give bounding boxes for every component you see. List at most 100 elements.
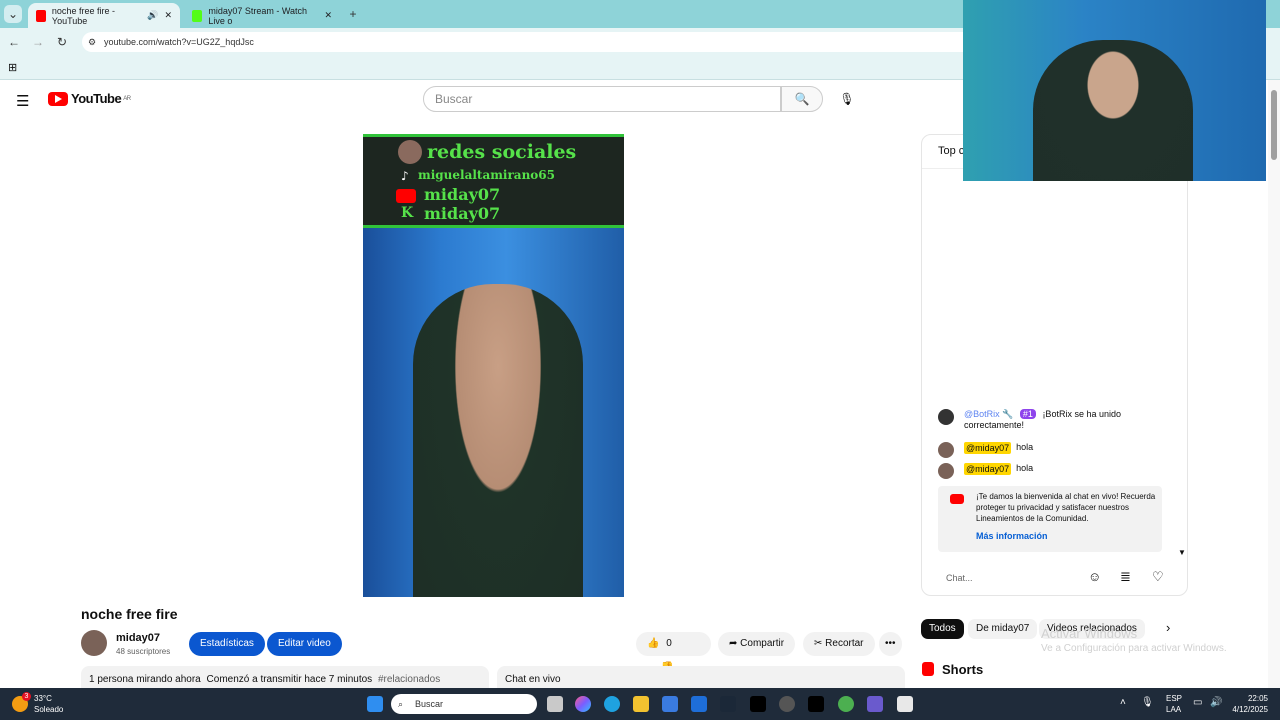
tiktok-icon[interactable] xyxy=(750,696,766,712)
volume-icon[interactable]: 🔊 xyxy=(1210,697,1222,708)
apps-grid-icon[interactable]: ⊞ xyxy=(8,61,17,74)
chip-from-channel[interactable]: De miday07 xyxy=(968,619,1038,639)
heart-icon[interactable]: ♡ xyxy=(1152,569,1164,585)
store-icon[interactable] xyxy=(662,696,678,712)
botrix-avatar xyxy=(938,409,954,425)
tab-title: miday07 Stream - Watch Live o xyxy=(208,5,308,26)
tray-chevron-icon[interactable]: ˄ xyxy=(1120,697,1126,708)
copilot-icon[interactable] xyxy=(575,696,591,712)
stats-button[interactable]: Estadísticas xyxy=(189,632,265,656)
like-dislike-group: 👍 0 👎 xyxy=(636,632,711,673)
description-box[interactable]: 1 persona mirando ahora Comenzó a transm… xyxy=(81,666,489,688)
steam-icon[interactable] xyxy=(720,696,736,712)
more-info-link[interactable]: Más información xyxy=(976,531,1048,542)
search-input[interactable]: Buscar xyxy=(423,86,781,112)
share-button[interactable]: ➦ Compartir xyxy=(718,632,796,656)
chat-author[interactable]: @miday07 xyxy=(964,442,1012,454)
outlook-icon[interactable] xyxy=(691,696,707,712)
page-scrollbar[interactable] xyxy=(1268,80,1280,688)
taskbar-search[interactable]: ⌕ Buscar xyxy=(391,694,537,714)
chat-message: @miday07 hola xyxy=(938,463,1158,479)
weather-desc: Soleado xyxy=(34,705,64,714)
clip-button[interactable]: ✂ Recortar xyxy=(803,632,875,656)
chrome-icon[interactable] xyxy=(838,696,854,712)
logo-text: YouTube xyxy=(71,91,122,106)
lang-secondary[interactable]: LAA xyxy=(1166,705,1181,714)
video-title: noche free fire xyxy=(81,606,178,622)
voice-search-button[interactable]: 🎙 xyxy=(833,86,861,112)
search-button[interactable]: 🔍 xyxy=(781,86,823,112)
scissors-icon: ✂ xyxy=(814,638,823,649)
site-info-icon[interactable]: ⚙ xyxy=(88,32,96,52)
app-icon[interactable] xyxy=(897,696,913,712)
social-banner: redes sociales ♪ miguelaltamirano65 mida… xyxy=(363,134,624,228)
tab-search-icon[interactable]: ⌄ xyxy=(4,5,22,23)
forward-icon[interactable]: → xyxy=(29,33,47,51)
youtube-notice-icon xyxy=(950,494,964,504)
region-code: AR xyxy=(123,95,131,102)
poll-icon[interactable]: ≣ xyxy=(1120,569,1131,585)
new-tab-button[interactable]: + xyxy=(344,5,362,23)
notice-text: ¡Te damos la bienvenida al chat en vivo!… xyxy=(976,492,1156,523)
subscriber-count: 48 suscriptores xyxy=(116,647,171,656)
chat-message: @miday07 hola xyxy=(938,442,1158,458)
tab-youtube[interactable]: noche free fire - YouTube 🔊 ✕ xyxy=(28,3,180,28)
tiktok-live-icon[interactable] xyxy=(808,696,824,712)
search-icon: 🔍 xyxy=(794,92,810,106)
chat-input[interactable]: Chat... xyxy=(938,569,1078,587)
edit-video-button[interactable]: Editar video xyxy=(267,632,342,656)
scroll-down-icon[interactable]: ▼ xyxy=(1178,548,1186,557)
webcam-overlay xyxy=(963,0,1266,181)
weather-badge: 3 xyxy=(22,692,31,701)
task-view-icon[interactable] xyxy=(547,696,563,712)
chat-text: ¡BotRix se ha unido xyxy=(1042,409,1121,419)
file-explorer-icon[interactable] xyxy=(633,696,649,712)
wrench-icon: 🔧 xyxy=(1002,409,1014,419)
tab-close-icon[interactable]: ✕ xyxy=(324,10,332,21)
banner-title: redes sociales xyxy=(427,141,577,163)
video-player[interactable]: redes sociales ♪ miguelaltamirano65 mida… xyxy=(363,134,624,597)
windows-start-icon[interactable] xyxy=(367,696,383,712)
channel-avatar[interactable] xyxy=(81,630,107,656)
rank-badge: #1 xyxy=(1019,409,1036,419)
channel-name[interactable]: miday07 xyxy=(116,632,160,644)
emoji-icon[interactable]: ☺ xyxy=(1088,569,1101,584)
lang-primary[interactable]: ESP xyxy=(1166,694,1182,703)
edge-icon[interactable] xyxy=(604,696,620,712)
address-bar[interactable]: ⚙ youtube.com/watch?v=UG2Z_hqdJsc xyxy=(82,32,982,52)
reload-icon[interactable]: ↻ xyxy=(53,33,71,51)
youtube-logo[interactable]: YouTube AR xyxy=(48,91,131,106)
clock-date[interactable]: 4/12/2025 xyxy=(1224,705,1268,714)
chip-todos[interactable]: Todos xyxy=(921,619,964,639)
hamburger-menu-icon[interactable]: ☰ xyxy=(16,92,29,110)
chat-author[interactable]: @miday07 xyxy=(964,463,1012,475)
search-icon: ⌕ xyxy=(398,699,404,709)
mic-tray-icon[interactable]: 🎙 xyxy=(1141,697,1154,708)
tab-close-icon[interactable]: ✕ xyxy=(164,10,172,21)
youtube-favicon-icon xyxy=(36,9,46,22)
chat-replay-bar[interactable]: Chat en vivo xyxy=(497,666,905,688)
obs-icon[interactable] xyxy=(779,696,795,712)
chat-author[interactable]: @BotRix xyxy=(964,409,1000,419)
webcam-person xyxy=(1033,40,1193,181)
chevron-right-icon[interactable]: › xyxy=(1166,620,1170,635)
share-label: Compartir xyxy=(740,638,785,649)
back-icon[interactable]: ← xyxy=(5,33,23,51)
speaker-icon[interactable]: 🔊 xyxy=(147,10,158,21)
hashtag[interactable]: #relacionados xyxy=(378,674,440,685)
chat-message: @BotRix 🔧 #1 ¡BotRix se ha unido correct… xyxy=(938,409,1158,430)
chat-text-cont: correctamente! xyxy=(964,420,1025,430)
more-actions-button[interactable]: ••• xyxy=(879,632,902,656)
scrollbar-thumb[interactable] xyxy=(1271,90,1277,160)
chat-header[interactable]: Top c xyxy=(938,145,964,157)
network-icon[interactable]: ▭ xyxy=(1193,697,1202,708)
tab-title: noche free fire - YouTube xyxy=(51,5,115,26)
tab-kick[interactable]: miday07 Stream - Watch Live o ✕ xyxy=(184,3,340,28)
clock-time[interactable]: 22:05 xyxy=(1234,694,1268,703)
teams-icon[interactable] xyxy=(867,696,883,712)
banner-tiktok: miguelaltamirano65 xyxy=(418,168,555,182)
kick-favicon-icon xyxy=(192,9,203,22)
chat-welcome-notice: ¡Te damos la bienvenida al chat en vivo!… xyxy=(938,486,1162,552)
like-icon[interactable]: 👍 xyxy=(647,638,659,649)
shorts-heading: Shorts xyxy=(942,662,984,677)
